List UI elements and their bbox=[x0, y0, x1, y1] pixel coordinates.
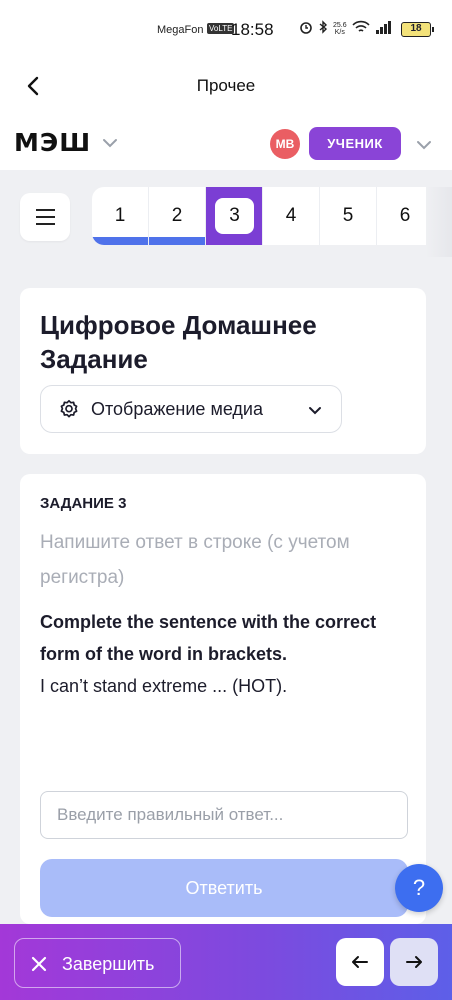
status-bar: MegaFon VoLTE 18:58 25.6 K/s 18 bbox=[0, 0, 452, 60]
question-tab-3[interactable]: 3 bbox=[206, 187, 263, 245]
task-card: ЗАДАНИЕ 3 Напишите ответ в строке (с уче… bbox=[20, 474, 426, 924]
question-tab-4[interactable]: 4 bbox=[263, 187, 320, 245]
question-number: 6 bbox=[399, 205, 411, 226]
avatar[interactable]: МВ bbox=[270, 129, 300, 159]
wifi-icon bbox=[352, 20, 370, 37]
finish-button[interactable]: Завершить bbox=[14, 938, 181, 988]
speed-unit: K/s bbox=[334, 28, 345, 36]
arrow-right-icon bbox=[406, 956, 422, 968]
header-title: Прочее bbox=[196, 76, 256, 95]
task-instruction: Complete the sentence with the correct f… bbox=[40, 612, 377, 664]
previous-question-button[interactable] bbox=[336, 938, 384, 986]
speed-value: 25.6 bbox=[333, 21, 347, 29]
media-display-button[interactable]: Отображение медиа bbox=[40, 385, 342, 433]
role-badge[interactable]: УЧЕНИК bbox=[309, 127, 401, 160]
homework-card: Цифровое Домашнее Задание Отображение ме… bbox=[20, 288, 426, 454]
question-tab-2[interactable]: 2 bbox=[149, 187, 206, 245]
network-speed: 25.6 K/s bbox=[333, 22, 347, 36]
profile-menu-chevron[interactable] bbox=[415, 136, 433, 154]
question-number: 2 bbox=[171, 205, 183, 226]
question-number: 1 bbox=[114, 205, 126, 226]
page-title: Цифровое Домашнее Задание bbox=[40, 310, 317, 374]
question-number: 5 bbox=[342, 205, 354, 226]
carrier-name: MegaFon bbox=[157, 24, 204, 36]
status-icons: 25.6 K/s bbox=[299, 20, 393, 37]
logo-menu-chevron[interactable] bbox=[101, 134, 119, 152]
question-tab-6[interactable]: 6 bbox=[377, 187, 426, 245]
arrow-left-icon bbox=[352, 956, 368, 968]
bluetooth-icon bbox=[318, 20, 328, 37]
answer-input[interactable] bbox=[40, 791, 408, 839]
close-icon bbox=[31, 956, 47, 972]
gear-icon bbox=[60, 399, 78, 418]
menu-icon-line bbox=[36, 223, 55, 225]
question-tab-1[interactable]: 1 bbox=[92, 187, 149, 245]
finish-label: Завершить bbox=[62, 954, 155, 974]
chevron-down-icon bbox=[309, 407, 321, 415]
question-number: 3 bbox=[215, 198, 254, 234]
task-number: ЗАДАНИЕ 3 bbox=[40, 495, 127, 512]
question-number: 4 bbox=[285, 205, 297, 226]
chevron-down-icon bbox=[103, 139, 117, 148]
menu-icon-line bbox=[36, 216, 55, 218]
task-sentence: I can’t stand extreme ... (HOT). bbox=[40, 676, 288, 696]
question-tab-5[interactable]: 5 bbox=[320, 187, 377, 245]
question-nav-scroll-area[interactable] bbox=[426, 187, 452, 257]
app-logo[interactable]: МЭШ bbox=[14, 128, 91, 157]
top-header: Прочее bbox=[0, 60, 452, 112]
menu-icon-line bbox=[36, 209, 55, 211]
bottom-bar: Завершить bbox=[0, 924, 452, 1000]
battery-icon: 18 bbox=[401, 22, 434, 37]
task-text: Complete the sentence with the correct f… bbox=[40, 606, 410, 702]
chevron-down-icon bbox=[417, 141, 431, 150]
next-question-button[interactable] bbox=[390, 938, 438, 986]
help-button[interactable]: ? bbox=[395, 864, 443, 912]
media-display-label: Отображение медиа bbox=[91, 399, 264, 419]
menu-button[interactable] bbox=[20, 193, 70, 241]
status-time: 18:58 bbox=[231, 20, 274, 39]
task-hint: Напишите ответ в строке (с учетом регист… bbox=[40, 532, 350, 588]
alarm-icon bbox=[299, 20, 313, 37]
signal-icon bbox=[375, 20, 393, 37]
battery-level: 18 bbox=[410, 23, 422, 34]
question-navigator: 1 2 3 4 5 6 bbox=[92, 187, 426, 245]
submit-button[interactable]: Ответить bbox=[40, 859, 408, 917]
